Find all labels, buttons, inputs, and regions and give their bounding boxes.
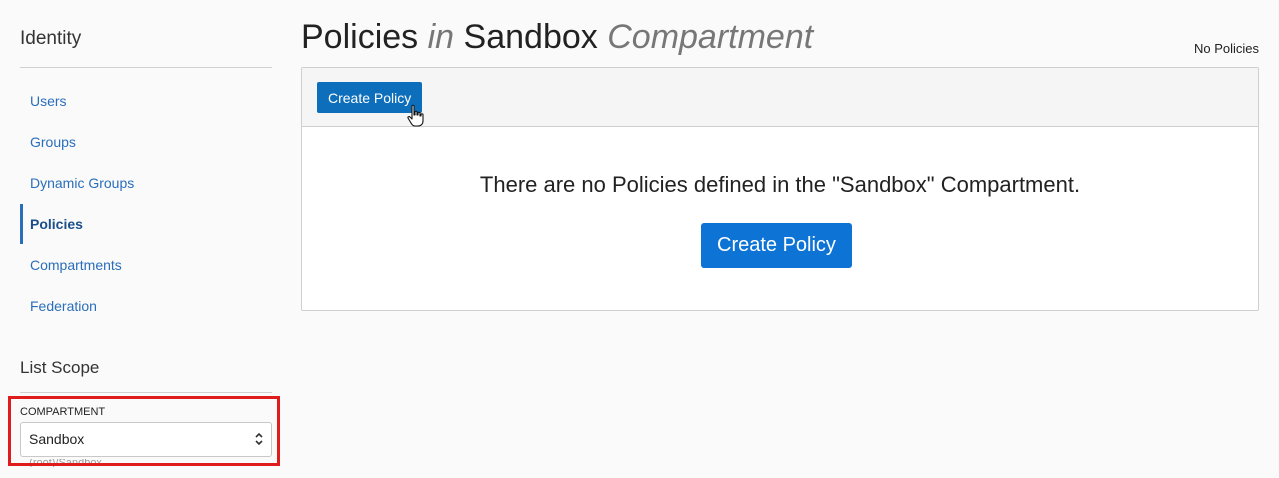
- sidebar-nav: Users Groups Dynamic Groups Policies Com…: [20, 81, 272, 327]
- sidebar-item-compartments[interactable]: Compartments: [20, 245, 272, 286]
- title-in: in: [427, 18, 455, 56]
- hand-cursor-icon: [407, 104, 424, 127]
- create-policy-empty-button[interactable]: Create Policy: [701, 223, 852, 268]
- sidebar-item-groups[interactable]: Groups: [20, 122, 272, 163]
- policies-panel: Create Policy There are no Policies defi…: [301, 67, 1259, 311]
- page-title: Policies in Sandbox Compartment: [301, 18, 813, 57]
- list-scope-title: List Scope: [20, 358, 100, 377]
- policies-count: No Policies: [1193, 41, 1259, 56]
- title-compartment-name: Sandbox: [463, 18, 598, 56]
- main-content: Policies in Sandbox Compartment No Polic…: [301, 0, 1259, 478]
- divider: [20, 67, 272, 68]
- title-prefix: Policies: [301, 18, 419, 56]
- sidebar-item-users[interactable]: Users: [20, 81, 272, 122]
- sidebar-item-dynamic-groups[interactable]: Dynamic Groups: [20, 163, 272, 204]
- divider: [20, 392, 272, 393]
- sidebar-item-policies[interactable]: Policies: [20, 204, 272, 245]
- toolbar: Create Policy: [302, 68, 1258, 127]
- sidebar-item-federation[interactable]: Federation: [20, 286, 272, 327]
- title-suffix: Compartment: [607, 18, 814, 56]
- empty-state-message: There are no Policies defined in the "Sa…: [479, 172, 1081, 197]
- highlight-box: [8, 396, 280, 466]
- sidebar-title: Identity: [20, 28, 82, 49]
